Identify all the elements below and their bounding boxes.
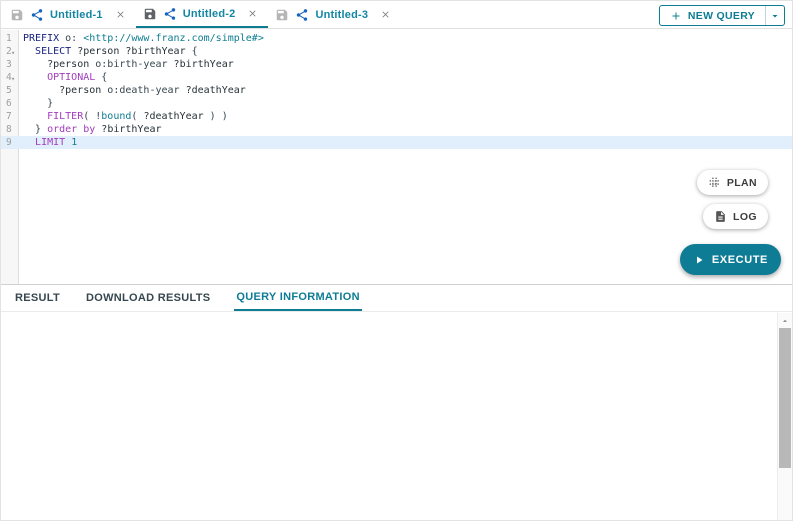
sparql-editor[interactable]: 1▾ PREFIX o: <http://www.franz.com/simpl…	[1, 30, 792, 284]
editor-line[interactable]: 8▾ } order by ?birthYear	[1, 123, 792, 136]
line-number: 2▾	[1, 45, 19, 58]
new-query-button[interactable]: NEW QUERY	[659, 5, 785, 26]
grid-icon	[708, 176, 721, 189]
editor-line-code: FILTER( !bound( ?deathYear ) )	[19, 110, 228, 123]
line-number: 7▾	[1, 110, 19, 123]
query-tab-untitled-3[interactable]: Untitled-3	[268, 1, 401, 28]
editor-line-code: }	[19, 97, 53, 110]
line-number: 3▾	[1, 58, 19, 71]
execute-button-label: EXECUTE	[712, 254, 768, 266]
execute-button[interactable]: EXECUTE	[680, 244, 781, 275]
save-icon[interactable]	[10, 8, 24, 22]
save-icon[interactable]	[275, 8, 289, 22]
results-tab-download-results[interactable]: DOWNLOAD RESULTS	[84, 285, 212, 311]
editor-line-code: SELECT ?person ?birthYear {	[19, 45, 198, 58]
editor-line-code: LIMIT 1	[19, 136, 77, 149]
line-number: 1▾	[1, 32, 19, 45]
close-icon[interactable]	[380, 9, 391, 20]
graph-share-icon	[163, 7, 177, 21]
log-button[interactable]: LOG	[703, 204, 768, 229]
results-tab-bar: RESULT DOWNLOAD RESULTS QUERY INFORMATIO…	[1, 285, 792, 312]
results-tab-result[interactable]: RESULT	[13, 285, 62, 311]
editor-line-code: PREFIX o: <http://www.franz.com/simple#>	[19, 32, 264, 45]
editor-line[interactable]: 1▾ PREFIX o: <http://www.franz.com/simpl…	[1, 32, 792, 45]
document-icon	[714, 210, 727, 223]
new-query-label: NEW QUERY	[688, 10, 755, 22]
close-icon[interactable]	[115, 9, 126, 20]
editor-line-code: } order by ?birthYear	[19, 123, 162, 136]
editor-line[interactable]: 5▾ ?person o:death-year ?deathYear	[1, 84, 792, 97]
scroll-up-button[interactable]	[778, 315, 792, 327]
editor-line[interactable]: 4▾ OPTIONAL {	[1, 71, 792, 84]
log-button-label: LOG	[733, 211, 757, 223]
line-number: 8▾	[1, 123, 19, 136]
query-tab-label: Untitled-1	[50, 9, 103, 21]
editor-line-code: OPTIONAL {	[19, 71, 107, 84]
line-number: 6▾	[1, 97, 19, 110]
new-query-main[interactable]: NEW QUERY	[660, 6, 765, 25]
query-tab-untitled-2[interactable]: Untitled-2	[136, 1, 269, 28]
editor-line[interactable]: 9▾ LIMIT 1	[1, 136, 792, 149]
query-tab-label: Untitled-2	[183, 8, 236, 20]
line-number: 9▾	[1, 136, 19, 149]
graph-share-icon	[295, 8, 309, 22]
scrollbar-thumb[interactable]	[779, 328, 791, 468]
close-icon[interactable]	[247, 8, 258, 19]
line-number: 5▾	[1, 84, 19, 97]
plan-button[interactable]: PLAN	[697, 170, 768, 195]
query-tab-untitled-1[interactable]: Untitled-1	[3, 1, 136, 28]
editor-line-code: ?person o:death-year ?deathYear	[19, 84, 246, 97]
editor-line[interactable]: 7▾ FILTER( !bound( ?deathYear ) )	[1, 110, 792, 123]
chevron-down-icon	[769, 10, 781, 22]
graph-share-icon	[30, 8, 44, 22]
editor-line[interactable]: 6▾ }	[1, 97, 792, 110]
query-information-panel: Variables: ?person ?birthYear Informatio…	[1, 313, 777, 520]
results-tab-label: RESULT	[15, 292, 60, 304]
panel-scrollbar[interactable]	[777, 313, 792, 520]
results-tab-query-information[interactable]: QUERY INFORMATION	[234, 285, 361, 311]
play-icon	[693, 254, 705, 266]
new-query-dropdown[interactable]	[765, 6, 784, 25]
line-number: 4▾	[1, 71, 19, 84]
query-tab-label: Untitled-3	[315, 9, 368, 21]
triangle-up-icon	[780, 316, 790, 326]
editor-line[interactable]: 2▾ SELECT ?person ?birthYear {	[1, 45, 792, 58]
sparql-query-app: Untitled-1 Untitled-2 Untitled-3 NE	[0, 0, 793, 521]
query-tab-bar: Untitled-1 Untitled-2 Untitled-3 NE	[1, 1, 792, 29]
query-tabs: Untitled-1 Untitled-2 Untitled-3	[1, 1, 401, 28]
plan-button-label: PLAN	[727, 177, 757, 189]
save-icon[interactable]	[143, 7, 157, 21]
results-tab-label: QUERY INFORMATION	[236, 291, 359, 303]
editor-code-lines: 1▾ PREFIX o: <http://www.franz.com/simpl…	[1, 32, 792, 149]
plus-icon	[670, 10, 682, 22]
editor-line-code: ?person o:birth-year ?birthYear	[19, 58, 234, 71]
editor-line[interactable]: 3▾ ?person o:birth-year ?birthYear	[1, 58, 792, 71]
results-tab-label: DOWNLOAD RESULTS	[86, 292, 210, 304]
